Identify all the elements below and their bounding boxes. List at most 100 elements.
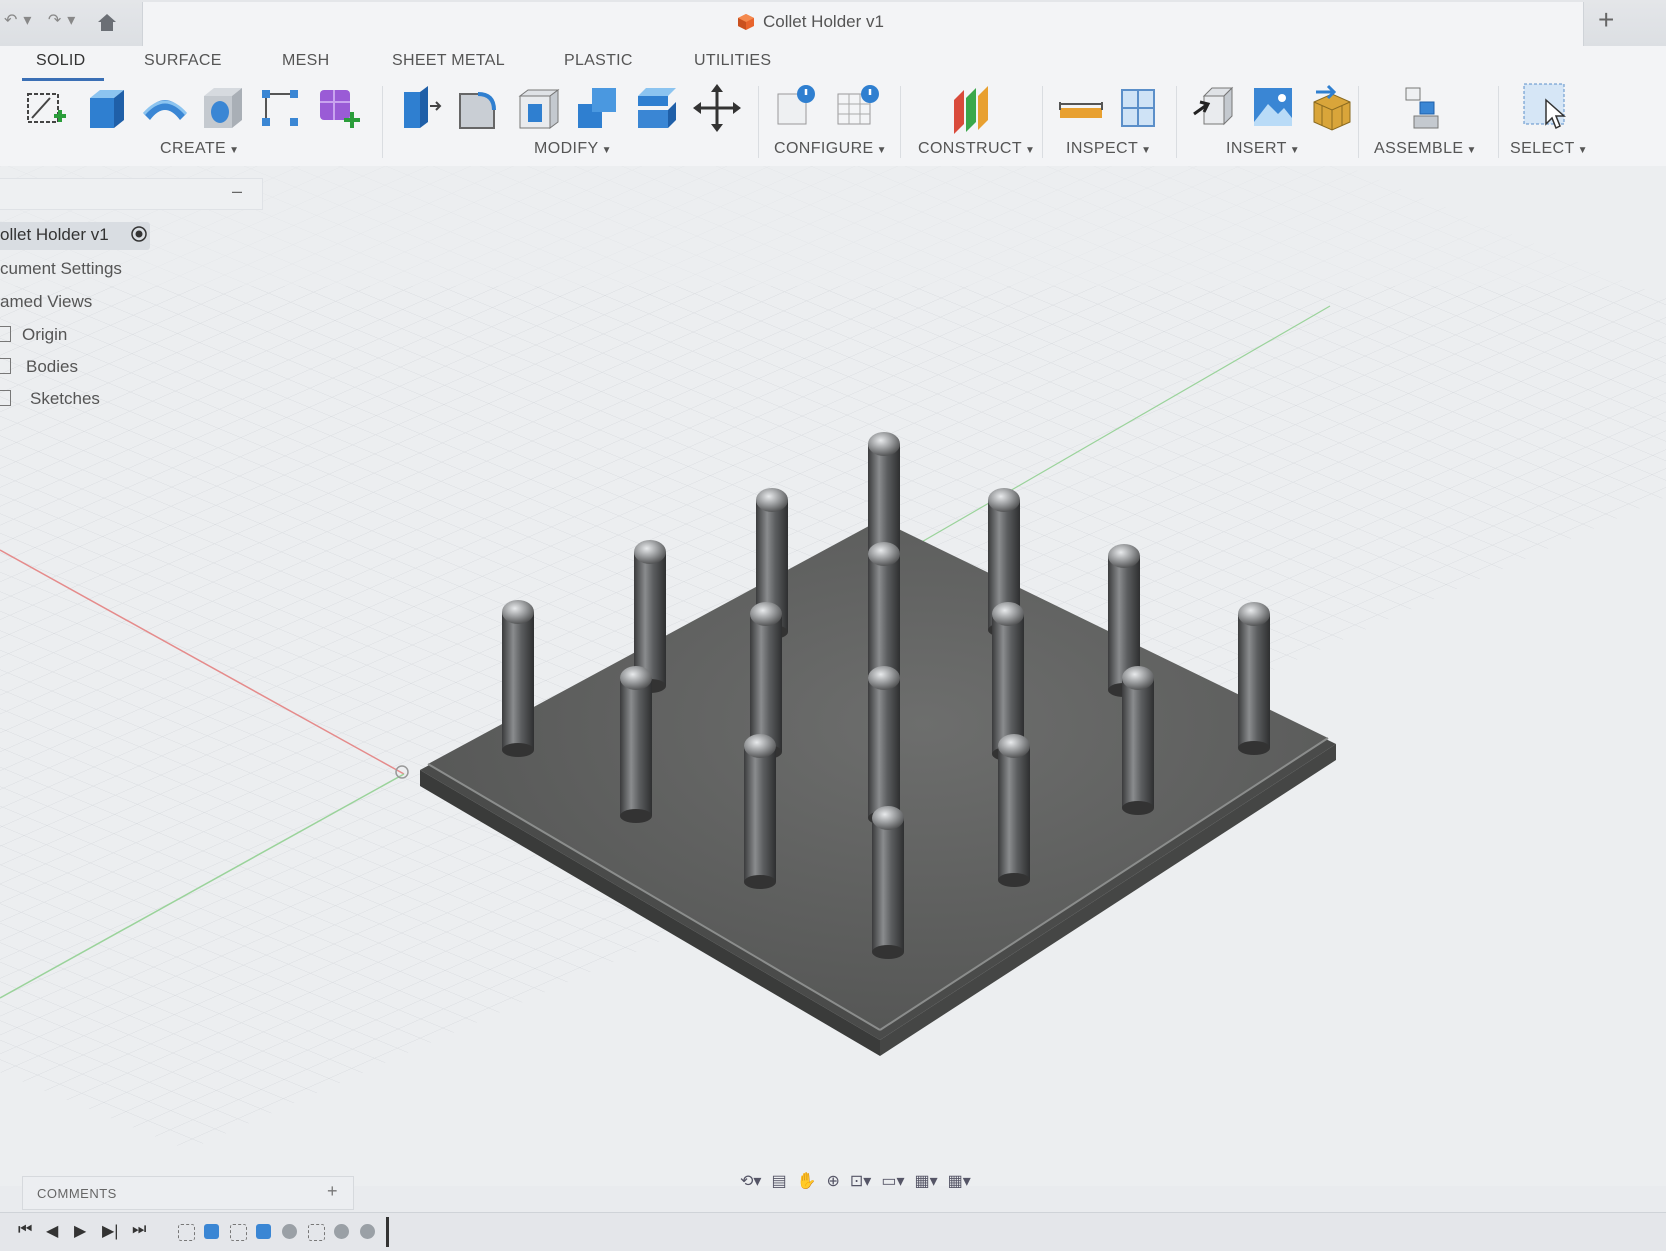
group-divider: [900, 86, 901, 158]
tab-mesh[interactable]: MESH: [282, 52, 329, 70]
browser-item-named-views[interactable]: amed Views: [0, 292, 92, 312]
pin: [502, 600, 534, 757]
select-icon[interactable]: [1520, 80, 1570, 136]
look-at-icon[interactable]: ▤: [771, 1171, 786, 1191]
hole-icon[interactable]: [198, 80, 248, 136]
add-comment-button[interactable]: +: [327, 1181, 338, 1202]
tab-utilities[interactable]: UTILITIES: [694, 52, 771, 70]
zoom-window-icon[interactable]: ⊡▾: [850, 1171, 871, 1191]
group-divider: [1042, 86, 1043, 158]
tab-sheet-metal[interactable]: SHEET METAL: [392, 52, 505, 70]
title-bar: ↶▾ ↷▾ Collet Holder v1 ✕ +: [0, 0, 1666, 47]
assemble-menu[interactable]: ASSEMBLE ▼: [1374, 140, 1477, 158]
construct-menu[interactable]: CONSTRUCT ▼: [918, 140, 1035, 158]
document-title: Collet Holder v1: [763, 12, 884, 31]
pin: [744, 734, 776, 889]
group-divider: [1358, 86, 1359, 158]
visibility-toggle-icon[interactable]: [0, 326, 11, 342]
step-back-icon[interactable]: ◀: [46, 1221, 58, 1241]
tab-surface[interactable]: SURFACE: [144, 52, 222, 70]
timeline-fillet-icon[interactable]: [360, 1224, 375, 1239]
timeline-marker[interactable]: [386, 1217, 389, 1247]
timeline-sketch-icon[interactable]: [178, 1224, 195, 1241]
comments-label: COMMENTS: [37, 1186, 117, 1201]
browser-item-sketches[interactable]: Sketches: [30, 389, 100, 409]
group-divider: [758, 86, 759, 158]
grid-settings-icon[interactable]: ▦▾: [914, 1171, 937, 1191]
display-settings-icon[interactable]: ▭▾: [881, 1171, 904, 1191]
extrude-icon[interactable]: [82, 80, 132, 136]
group-divider: [382, 86, 383, 158]
configure-menu[interactable]: CONFIGURE ▼: [774, 140, 887, 158]
press-pull-icon[interactable]: [396, 80, 446, 136]
configure-table-icon[interactable]: [832, 80, 882, 136]
browser-item-document-settings[interactable]: cument Settings: [0, 259, 122, 279]
timeline-bar: ⏮ ◀ ▶ ▶| ⏭: [0, 1212, 1666, 1251]
visibility-toggle-icon[interactable]: [0, 358, 11, 374]
visibility-toggle-icon[interactable]: [0, 390, 11, 406]
browser-root-label: ollet Holder v1: [0, 225, 109, 244]
create-sketch-icon[interactable]: [22, 80, 72, 136]
offset-plane-icon[interactable]: [948, 80, 998, 136]
inspect-menu[interactable]: INSPECT ▼: [1066, 140, 1151, 158]
new-tab-icon[interactable]: +: [1598, 4, 1614, 36]
toolbar-ribbon: SOLID SURFACE MESH SHEET METAL PLASTIC U…: [0, 46, 1666, 167]
document-tab[interactable]: Collet Holder v1 ✕: [142, 2, 1584, 46]
decal-icon[interactable]: [1248, 80, 1298, 136]
move-icon[interactable]: [692, 80, 742, 136]
timeline-extrude-icon[interactable]: [204, 1224, 219, 1239]
viewports-icon[interactable]: ▦▾: [948, 1171, 971, 1191]
step-forward-icon[interactable]: ▶|: [102, 1221, 118, 1241]
timeline-extrude-icon[interactable]: [256, 1224, 271, 1239]
group-divider: [1498, 86, 1499, 158]
tab-plastic[interactable]: PLASTIC: [564, 52, 633, 70]
document-cube-icon: [738, 14, 754, 30]
new-component-icon[interactable]: [1398, 80, 1448, 136]
3d-viewport[interactable]: [0, 166, 1666, 1186]
activate-radio-icon[interactable]: [130, 225, 148, 243]
pin: [1238, 602, 1270, 755]
group-divider: [1176, 86, 1177, 158]
pin: [620, 666, 652, 823]
play-icon[interactable]: ▶: [74, 1221, 86, 1241]
browser-collapse-button[interactable]: –: [232, 181, 242, 202]
create-form-icon[interactable]: [314, 80, 364, 136]
create-menu[interactable]: CREATE ▼: [160, 140, 239, 158]
go-to-end-icon[interactable]: ⏭: [132, 1221, 146, 1239]
orbit-icon[interactable]: ⟲▾: [740, 1171, 761, 1191]
fillet-icon[interactable]: [454, 80, 504, 136]
measure-icon[interactable]: [1056, 80, 1106, 136]
section-analysis-icon[interactable]: [1114, 80, 1164, 136]
select-menu[interactable]: SELECT ▼: [1510, 140, 1588, 158]
browser-header: –: [0, 178, 263, 210]
comments-panel: COMMENTS +: [22, 1176, 354, 1210]
pin: [868, 666, 900, 825]
timeline-sketch-icon[interactable]: [230, 1224, 247, 1241]
offset-face-icon[interactable]: [632, 80, 682, 136]
configure-icon[interactable]: [772, 80, 822, 136]
undo-redo-icons[interactable]: ↶▾ ↷▾: [4, 10, 81, 30]
timeline-fillet-icon[interactable]: [282, 1224, 297, 1239]
modify-menu[interactable]: MODIFY ▼: [534, 140, 612, 158]
browser-item-origin[interactable]: Origin: [22, 325, 67, 345]
shell-icon[interactable]: [514, 80, 564, 136]
insert-mesh-icon[interactable]: [1306, 80, 1356, 136]
tab-solid[interactable]: SOLID: [36, 52, 86, 70]
browser-root-item[interactable]: ollet Holder v1: [0, 222, 150, 250]
insert-menu[interactable]: INSERT ▼: [1226, 140, 1300, 158]
pan-icon[interactable]: ✋: [797, 1171, 817, 1191]
insert-derive-icon[interactable]: [1190, 80, 1240, 136]
home-icon[interactable]: [96, 12, 118, 32]
timeline-sketch-icon[interactable]: [308, 1224, 325, 1241]
rectangular-pattern-icon[interactable]: [256, 80, 306, 136]
revolve-icon[interactable]: [140, 80, 190, 136]
pin: [998, 734, 1030, 887]
go-to-start-icon[interactable]: ⏮: [18, 1221, 32, 1239]
zoom-icon[interactable]: ⊕: [826, 1171, 839, 1191]
navigation-bar: ⟲▾ ▤ ✋ ⊕ ⊡▾ ▭▾ ▦▾ ▦▾: [740, 1166, 971, 1196]
browser-item-bodies[interactable]: Bodies: [26, 357, 78, 377]
pin: [872, 806, 904, 959]
pin: [1122, 666, 1154, 815]
timeline-fillet-icon[interactable]: [334, 1224, 349, 1239]
combine-icon[interactable]: [572, 80, 622, 136]
